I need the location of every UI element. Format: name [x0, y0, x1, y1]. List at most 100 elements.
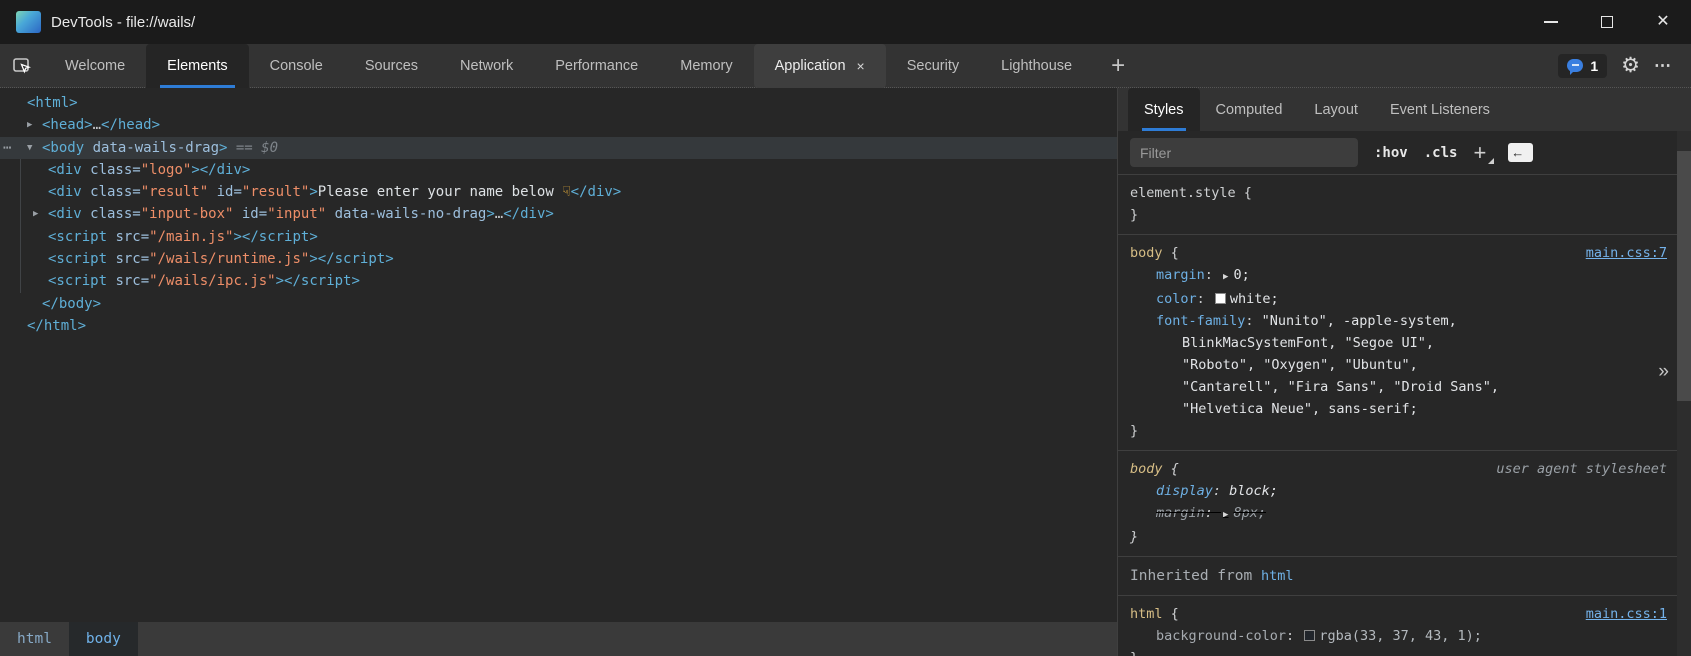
- token-tag: <script: [48, 229, 107, 245]
- css-property[interactable]: margin: ▶0;: [1130, 264, 1677, 288]
- token-val: "result": [242, 184, 309, 200]
- sidebar-tab-styles[interactable]: Styles: [1128, 88, 1200, 131]
- inspect-cursor-icon: [11, 55, 33, 77]
- minimize-button[interactable]: [1523, 0, 1579, 44]
- tab-lighthouse[interactable]: Lighthouse: [980, 44, 1093, 88]
- node-menu-icon[interactable]: ⋯: [3, 137, 12, 159]
- breadcrumb-item-html[interactable]: html: [0, 622, 69, 656]
- css-property[interactable]: background-color: rgba(33, 37, 43, 1);: [1130, 625, 1677, 647]
- property-value[interactable]: "Nunito", -apple-system,: [1262, 313, 1457, 329]
- scrollbar-thumb[interactable]: [1677, 151, 1691, 401]
- token-tag: </head>: [101, 117, 160, 133]
- property-name[interactable]: margin: [1156, 505, 1205, 521]
- expand-value-icon[interactable]: ▶: [1223, 272, 1228, 282]
- dom-tree-row[interactable]: <div class="result" id="result">Please e…: [0, 181, 1117, 203]
- dom-tree-row[interactable]: <script src="/wails/ipc.js"></script>: [0, 270, 1117, 292]
- tab-memory[interactable]: Memory: [659, 44, 753, 88]
- close-tab-icon[interactable]: ×: [857, 58, 865, 74]
- rule-selector[interactable]: element.style: [1130, 185, 1236, 201]
- property-name[interactable]: background-color: [1156, 628, 1286, 644]
- tab-label: Console: [270, 58, 323, 74]
- property-name[interactable]: margin: [1156, 267, 1205, 283]
- token-tag: <div: [48, 162, 82, 178]
- property-value[interactable]: rgba(33, 37, 43, 1);: [1319, 628, 1482, 644]
- css-property[interactable]: display: block;: [1130, 480, 1677, 502]
- dom-tree-row[interactable]: </body>: [0, 293, 1117, 315]
- token-val: "/wails/ipc.js": [149, 273, 275, 289]
- dom-tree: <html>▶<head>…</head>⋯▼<body data-wails-…: [0, 88, 1117, 622]
- token-tag: <script: [48, 251, 107, 267]
- property-value[interactable]: white;: [1230, 291, 1279, 307]
- tab-elements[interactable]: Elements: [146, 44, 248, 88]
- styles-filter-input[interactable]: [1130, 138, 1358, 167]
- token-tag: >: [486, 206, 494, 222]
- dom-tree-row[interactable]: ▶<head>…</head>: [0, 114, 1117, 136]
- maximize-button[interactable]: [1579, 0, 1635, 44]
- computed-pane-toggle-button[interactable]: ←: [1508, 143, 1533, 162]
- property-value-wrap: "Cantarell", "Fira Sans", "Droid Sans",: [1130, 376, 1677, 398]
- more-tools-button[interactable]: +: [1093, 52, 1143, 80]
- token-tag: </div>: [571, 184, 622, 200]
- token-tag: </body>: [42, 296, 101, 312]
- css-property[interactable]: font-family: "Nunito", -apple-system,: [1130, 310, 1677, 332]
- sidebar-tabs: StylesComputedLayoutEvent Listeners: [1118, 88, 1691, 131]
- expanded-arrow-icon[interactable]: ▼: [27, 137, 32, 159]
- stylesheet-link[interactable]: main.css:7: [1586, 242, 1667, 264]
- close-button[interactable]: ✕: [1635, 0, 1691, 44]
- property-value[interactable]: 8px;: [1233, 505, 1266, 521]
- stylesheet-link[interactable]: main.css:1: [1586, 603, 1667, 625]
- dom-tree-row[interactable]: </html>: [0, 315, 1117, 337]
- breadcrumb-item-body[interactable]: body: [69, 622, 138, 656]
- sidebar-tab-computed[interactable]: Computed: [1200, 88, 1299, 131]
- sidebar-tab-event-listeners[interactable]: Event Listeners: [1374, 88, 1506, 131]
- inherited-from-header: Inherited from html: [1118, 557, 1677, 596]
- property-name[interactable]: font-family: [1156, 313, 1245, 329]
- window-title: DevTools - file://wails/: [51, 14, 195, 31]
- dom-tree-row[interactable]: ▶<div class="input-box" id="input" data-…: [0, 203, 1117, 225]
- token-tag: <div: [48, 206, 82, 222]
- collapsed-arrow-icon[interactable]: ▶: [33, 203, 38, 225]
- css-property[interactable]: margin: ▶8px;: [1130, 502, 1677, 526]
- tab-console[interactable]: Console: [249, 44, 344, 88]
- property-value-wrap: "Helvetica Neue", sans-serif;: [1130, 398, 1677, 420]
- dom-tree-row[interactable]: ⋯▼<body data-wails-drag> == $0: [0, 137, 1117, 159]
- css-property[interactable]: color: white;: [1130, 288, 1677, 310]
- color-swatch[interactable]: [1304, 630, 1315, 641]
- rule-selector[interactable]: body: [1130, 245, 1163, 261]
- property-name[interactable]: display: [1156, 483, 1213, 499]
- property-value[interactable]: block;: [1229, 483, 1278, 499]
- issues-counter[interactable]: 1: [1558, 54, 1607, 78]
- more-sidebar-tabs-button[interactable]: »: [1658, 88, 1669, 656]
- dom-tree-row[interactable]: <div class="logo"></div>: [0, 159, 1117, 181]
- dom-tree-row[interactable]: <script src="/wails/runtime.js"></script…: [0, 248, 1117, 270]
- customize-devtools-button[interactable]: ⋯: [1654, 56, 1673, 76]
- inherited-target-link[interactable]: html: [1261, 568, 1294, 584]
- color-swatch[interactable]: [1215, 293, 1226, 304]
- new-style-rule-button[interactable]: +: [1473, 140, 1492, 166]
- dom-tree-row[interactable]: <html>: [0, 92, 1117, 114]
- rule-selector[interactable]: html: [1130, 606, 1163, 622]
- rule-selector[interactable]: body: [1130, 461, 1163, 477]
- property-value[interactable]: 0;: [1233, 267, 1249, 283]
- token-punc: =: [132, 162, 140, 178]
- tab-sources[interactable]: Sources: [344, 44, 439, 88]
- token-attr: src: [107, 251, 141, 267]
- tab-security[interactable]: Security: [886, 44, 980, 88]
- tab-application[interactable]: Application×: [754, 44, 886, 88]
- tab-welcome[interactable]: Welcome: [44, 44, 146, 88]
- sidebar-tab-layout[interactable]: Layout: [1298, 88, 1374, 131]
- toggle-element-state-button[interactable]: :hov: [1374, 145, 1408, 161]
- tab-performance[interactable]: Performance: [534, 44, 659, 88]
- toggle-classes-button[interactable]: .cls: [1424, 145, 1458, 161]
- dom-tree-row[interactable]: <script src="/main.js"></script>: [0, 226, 1117, 248]
- tab-network[interactable]: Network: [439, 44, 534, 88]
- token-punc: =: [259, 206, 267, 222]
- issues-count: 1: [1590, 58, 1598, 74]
- collapsed-arrow-icon[interactable]: ▶: [27, 114, 32, 136]
- styles-scrollbar[interactable]: [1677, 131, 1691, 656]
- settings-button[interactable]: ⚙: [1621, 55, 1640, 76]
- expand-value-icon[interactable]: ▶: [1223, 510, 1228, 520]
- token-val: "/main.js": [149, 229, 233, 245]
- inspect-element-button[interactable]: [0, 44, 44, 88]
- property-name[interactable]: color: [1156, 291, 1197, 307]
